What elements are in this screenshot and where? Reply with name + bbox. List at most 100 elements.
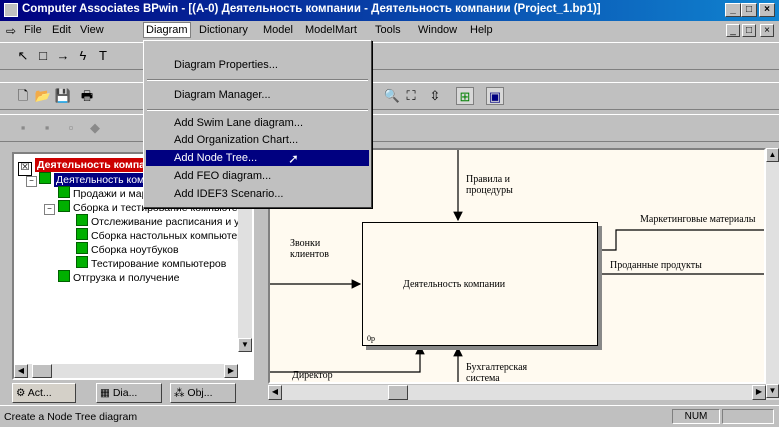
menu-diagram-properties[interactable]: Diagram Properties... xyxy=(146,57,369,73)
status-text: Create a Node Tree diagram xyxy=(4,411,138,423)
tree-item[interactable]: Сборка ноутбуков xyxy=(76,242,179,256)
align-center-icon[interactable]: ▪ xyxy=(38,119,56,137)
minimize-button[interactable]: _ xyxy=(725,3,741,17)
scroll-down-icon[interactable]: ▼ xyxy=(238,338,252,352)
menu-diagram[interactable]: Diagram xyxy=(143,22,191,38)
tree-view-icon[interactable]: ⊞ xyxy=(456,87,474,105)
scroll-down-icon[interactable]: ▼ xyxy=(766,384,779,398)
close-button[interactable]: × xyxy=(759,3,775,17)
num-lock-indicator: NUM xyxy=(672,409,720,424)
toolbar-drawing: ↖ □ → ϟ T xyxy=(0,42,779,70)
activity-icon xyxy=(76,256,88,268)
diagram-horizontal-scrollbar[interactable]: ◀ ▶ xyxy=(268,385,766,400)
arrow-tool-icon[interactable]: → xyxy=(54,47,72,65)
menu-file[interactable]: File xyxy=(24,24,42,36)
menu-tools[interactable]: Tools xyxy=(375,24,401,36)
control-arrow-label[interactable]: Правила и процедуры xyxy=(466,174,546,196)
activities-icon: ⚙ xyxy=(16,387,28,399)
menu-add-node-tree[interactable]: Add Node Tree... ➚ xyxy=(146,150,369,166)
menu-add-feo[interactable]: Add FEO diagram... xyxy=(146,168,369,184)
maximize-button[interactable]: □ xyxy=(741,3,757,17)
model-explorer-icon[interactable]: ⇳ xyxy=(426,87,444,105)
menu-model[interactable]: Model xyxy=(263,24,293,36)
diagrams-icon: ▦ xyxy=(100,387,113,399)
activity-icon xyxy=(58,186,70,198)
output-arrow-1[interactable] xyxy=(600,229,764,251)
menu-view[interactable]: View xyxy=(80,24,104,36)
tree-item-label: Отслеживание расписания и управление рес… xyxy=(91,216,252,228)
save-icon[interactable]: 💾 xyxy=(54,87,72,105)
document-icon[interactable]: ⇨ xyxy=(6,24,20,38)
pointer-tool-icon[interactable]: ↖ xyxy=(14,47,32,65)
open-folder-icon[interactable]: 📂 xyxy=(34,87,52,105)
menu-add-org-chart[interactable]: Add Organization Chart... xyxy=(146,132,369,148)
scroll-right-icon[interactable]: ▶ xyxy=(752,385,766,400)
collapse-icon[interactable]: − xyxy=(44,204,55,215)
menu-add-swim-lane[interactable]: Add Swim Lane diagram... xyxy=(146,115,369,131)
diagram-menu-dropdown: Diagram Properties... Diagram Manager...… xyxy=(143,40,372,208)
text-tool-icon[interactable]: T xyxy=(94,47,112,65)
tab-diagrams[interactable]: ▦ Dia... xyxy=(96,383,162,403)
output-arrow-label-2[interactable]: Проданные продукты xyxy=(610,260,702,271)
tab-objects[interactable]: ⁂ Obj... xyxy=(170,383,236,403)
scroll-thumb[interactable] xyxy=(32,364,52,378)
scroll-left-icon[interactable]: ◀ xyxy=(14,364,28,378)
menu-help[interactable]: Help xyxy=(470,24,493,36)
menu-window[interactable]: Window xyxy=(418,24,457,36)
tree-item[interactable]: Сборка настольных компьютеров xyxy=(76,228,254,242)
tree-item[interactable]: Отгрузка и получение xyxy=(58,270,179,284)
activity-icon xyxy=(76,214,88,226)
scroll-right-icon[interactable]: ▶ xyxy=(224,364,238,378)
status-bar: Create a Node Tree diagram NUM xyxy=(0,405,779,427)
mechanism-arrow-1[interactable] xyxy=(270,344,425,373)
new-file-icon[interactable]: 🗋 xyxy=(14,87,32,105)
zoom-icon[interactable]: 🔍 xyxy=(383,87,401,105)
align-right-icon[interactable]: ▫ xyxy=(62,119,80,137)
menu-separator xyxy=(147,79,368,81)
tab-label: Dia... xyxy=(112,387,138,399)
squiggle-tool-icon[interactable]: ϟ xyxy=(74,47,92,65)
activity-icon xyxy=(58,270,70,282)
tab-label: Act... xyxy=(27,387,52,399)
mdi-minimize-button[interactable]: _ xyxy=(726,24,740,37)
activity-box-tool-icon[interactable]: □ xyxy=(34,47,52,65)
tree-item-label: Отгрузка и получение xyxy=(73,272,180,284)
app-icon[interactable] xyxy=(4,3,18,17)
toolbar-standard: 🗋 📂 💾 🖶 🔍 ⛶ ⇳ ⊞ ▣ xyxy=(0,82,779,110)
tree-horizontal-scrollbar[interactable]: ◀ ▶ xyxy=(14,364,238,378)
activity-box[interactable]: Деятельность компании 0р xyxy=(362,222,598,346)
zoom-fit-icon[interactable]: ⛶ xyxy=(402,87,420,105)
title-bar: Computer Associates BPwin - [(A-0) Деяте… xyxy=(0,0,779,21)
menu-add-idef3-scenario[interactable]: Add IDEF3 Scenario... xyxy=(146,186,369,202)
activity-box-number: 0р xyxy=(367,334,375,343)
diagram-vertical-scrollbar[interactable]: ▲ ▼ xyxy=(766,148,779,400)
activity-box-label: Деятельность компании xyxy=(403,279,506,290)
mechanism-arrow-label-1[interactable]: Директор xyxy=(292,370,333,381)
bpwin-window: Computer Associates BPwin - [(A-0) Деяте… xyxy=(0,0,779,427)
color-icon[interactable]: ◆ xyxy=(86,119,104,137)
tree-item[interactable]: Отслеживание расписания и управление рес… xyxy=(76,214,252,228)
menu-diagram-manager[interactable]: Diagram Manager... xyxy=(146,87,369,103)
activity-icon xyxy=(76,228,88,240)
mechanism-arrow-label-2[interactable]: Бухгалтерская система xyxy=(466,362,546,382)
tree-item-label: Сборка настольных компьютеров xyxy=(91,230,254,242)
tree-item[interactable]: Тестирование компьютеров xyxy=(76,256,226,270)
collapse-icon[interactable]: − xyxy=(26,176,37,187)
scroll-left-icon[interactable]: ◀ xyxy=(268,385,282,400)
menu-dictionary[interactable]: Dictionary xyxy=(199,24,248,36)
input-arrow-label[interactable]: Звонки клиентов xyxy=(290,238,350,260)
print-icon[interactable]: 🖶 xyxy=(78,87,96,105)
status-cell-empty xyxy=(722,409,774,424)
monitor-icon[interactable]: ▣ xyxy=(486,87,504,105)
menu-modelmart[interactable]: ModelMart xyxy=(305,24,357,36)
scroll-thumb[interactable] xyxy=(388,385,408,400)
menu-edit[interactable]: Edit xyxy=(52,24,71,36)
align-left-icon[interactable]: ▪ xyxy=(14,119,32,137)
tab-activities[interactable]: ⚙ Act... xyxy=(12,383,76,403)
activity-icon xyxy=(58,200,70,212)
output-arrow-label-1[interactable]: Маркетинговые материалы xyxy=(640,214,756,225)
mdi-restore-button[interactable]: □ xyxy=(742,24,756,37)
scroll-up-icon[interactable]: ▲ xyxy=(766,148,779,162)
mdi-close-button[interactable]: × xyxy=(760,24,774,37)
explorer-tabs: ⚙ Act... ▦ Dia... ⁂ Obj... xyxy=(12,383,254,405)
